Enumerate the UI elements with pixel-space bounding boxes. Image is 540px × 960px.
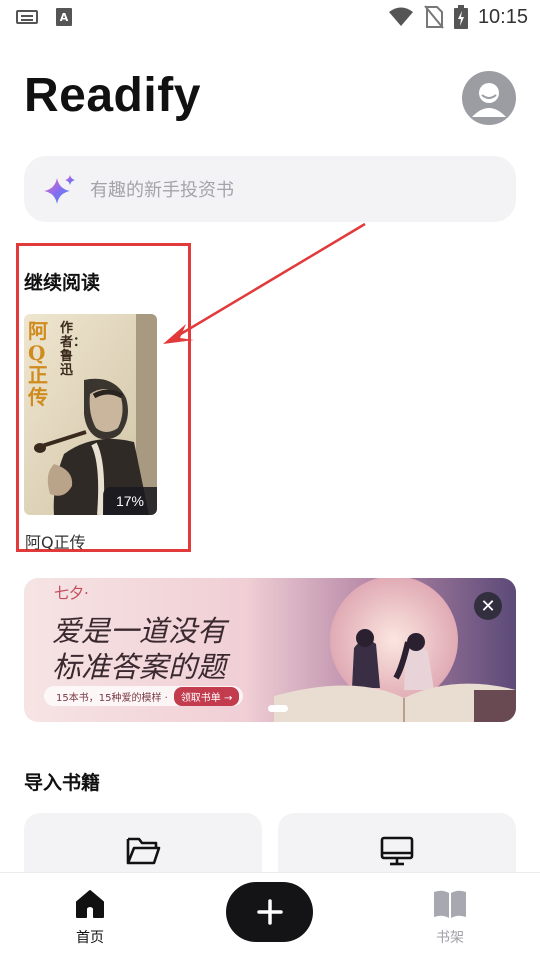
battery-charging-icon [453, 5, 468, 29]
banner-cta[interactable]: 15本书，15种爱的模样 · 领取书单 → [44, 686, 244, 706]
home-icon [76, 890, 104, 918]
status-time: 10:15 [477, 5, 528, 28]
close-icon[interactable]: ✕ [474, 592, 502, 620]
a-icon: A [56, 8, 72, 26]
no-sim-icon [424, 5, 444, 29]
reading-progress-badge: 17% [103, 487, 157, 515]
banner-headline-line2: 标准答案的题 [52, 650, 227, 684]
banner-cta-button[interactable]: 领取书单 → [173, 686, 240, 706]
folder-icon [126, 837, 161, 865]
status-bar: A 10:15 [0, 0, 540, 38]
book-cover-author: 作者：鲁迅 [60, 321, 87, 378]
book-title-caption[interactable]: 阿Q正传 [25, 529, 86, 553]
wifi-icon [388, 7, 413, 26]
banner-small-title: 七夕· [54, 584, 89, 602]
add-book-button[interactable] [226, 882, 313, 942]
continue-reading-title: 继续阅读 [24, 272, 101, 294]
monitor-icon [380, 836, 414, 866]
plus-icon [256, 899, 283, 925]
sparkle-icon [44, 175, 75, 204]
banner-page-indicator [268, 705, 288, 712]
book-open-icon [434, 890, 466, 918]
app-screen: A 10:15 Readify 有趣的新手投资书 继续阅读 阿Q正传 作者：鲁迅… [0, 0, 540, 960]
keyboard-icon [16, 10, 38, 24]
nav-bookshelf[interactable]: 书架 [410, 889, 490, 947]
search-placeholder: 有趣的新手投资书 [90, 180, 234, 201]
book-cover[interactable]: 阿Q正传 作者：鲁迅 17% [24, 314, 157, 515]
user-avatar-icon[interactable] [462, 71, 516, 125]
promo-banner[interactable]: 七夕· 爱是一道没有 标准答案的题 15本书，15种爱的模样 · 领取书单 → … [24, 578, 516, 722]
import-books-title: 导入书籍 [24, 772, 101, 794]
search-bar[interactable]: 有趣的新手投资书 [24, 156, 516, 222]
nav-bookshelf-label: 书架 [436, 930, 464, 946]
bottom-navigation: 首页 书架 [0, 872, 540, 960]
book-cover-title: 阿Q正传 [28, 319, 48, 409]
nav-home-label: 首页 [76, 930, 104, 946]
app-title: Readify [24, 69, 201, 122]
banner-cta-text: 15本书，15种爱的模样 · [56, 692, 168, 704]
nav-home[interactable]: 首页 [50, 889, 130, 947]
